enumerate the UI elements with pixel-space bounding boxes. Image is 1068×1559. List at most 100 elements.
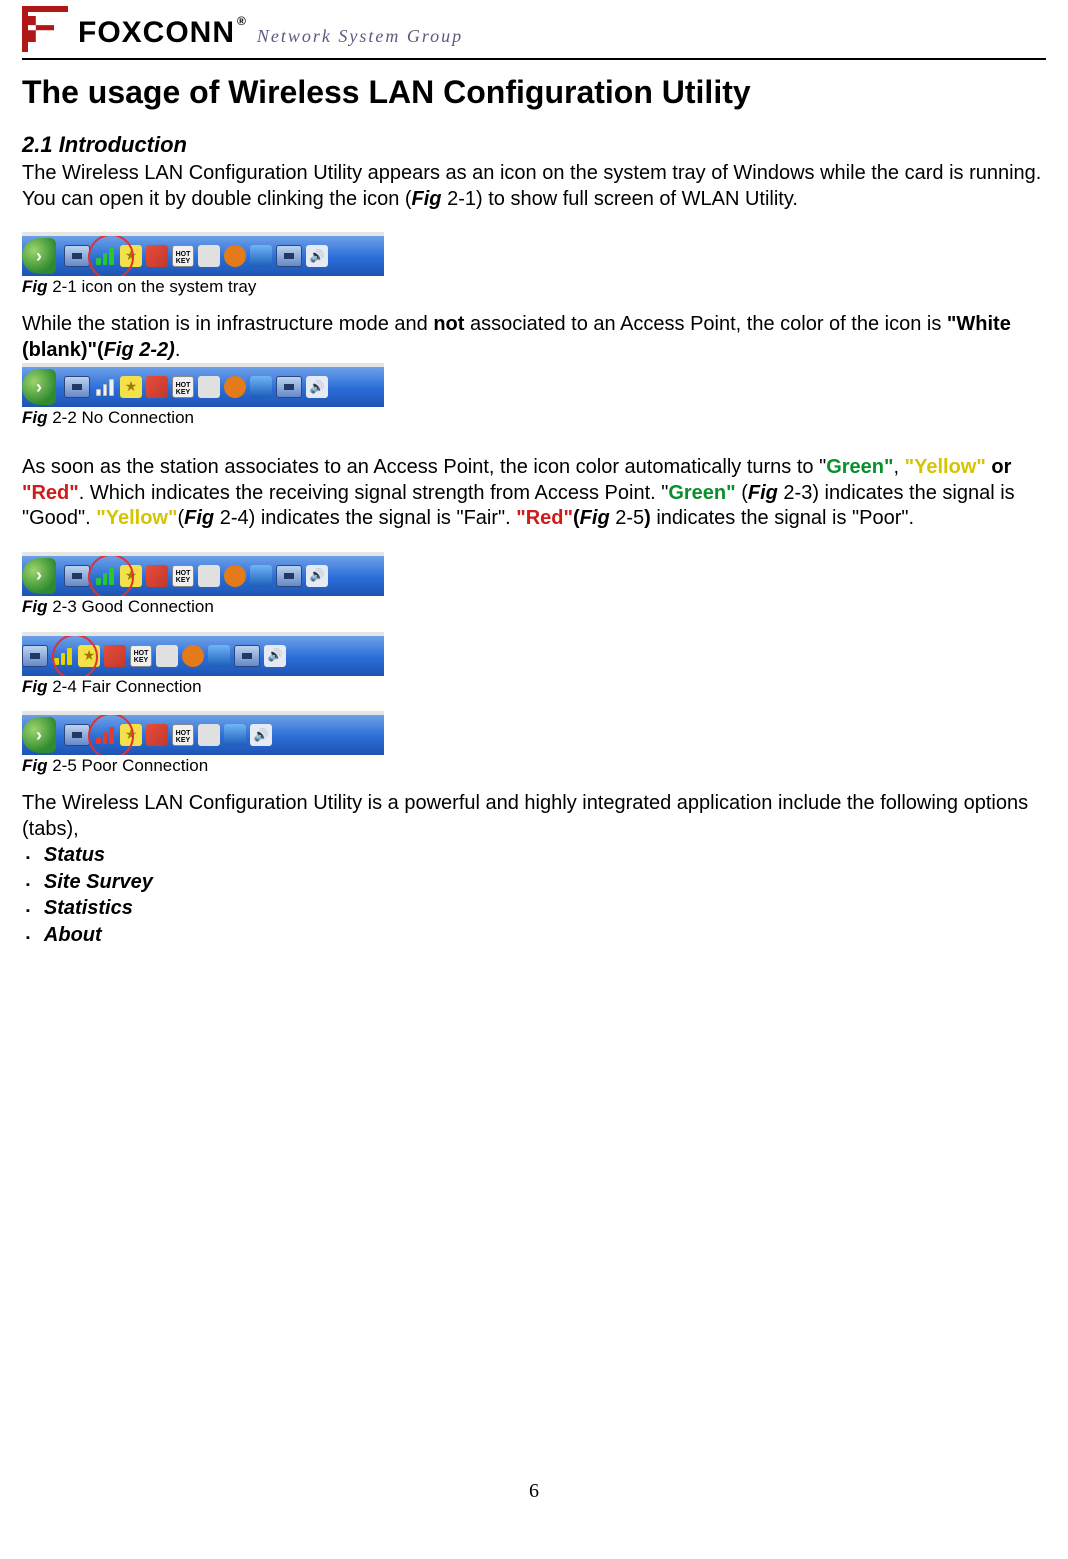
net-icon — [208, 645, 230, 667]
figure-2-2-caption: Fig 2-2 No Connection — [22, 407, 1046, 429]
brand-subtitle: Network System Group — [257, 25, 463, 52]
wlan-signal-icon — [94, 724, 116, 746]
figure-2-5: › ★ HOT KEY — [22, 711, 384, 755]
text: indicates the signal is "Poor". — [656, 507, 914, 529]
fig-ref: Fig — [412, 188, 442, 210]
fox-icon — [224, 245, 246, 267]
figure-2-1: › ★ HOT KEY — [22, 232, 384, 276]
net-icon — [250, 245, 272, 267]
hotkey-icon: HOT KEY — [172, 245, 194, 267]
fox-icon — [224, 376, 246, 398]
fig-label: Fig — [22, 408, 48, 427]
grid-icon — [198, 724, 220, 746]
text: 2-4) indicates the signal is "Fair". — [214, 507, 516, 529]
bold-text: ) — [644, 507, 656, 529]
text: 2-1) to show full screen of WLAN Utility… — [442, 188, 798, 210]
net-icon — [224, 724, 246, 746]
start-button-icon: › — [22, 238, 56, 274]
para-tabs-intro: The Wireless LAN Configuration Utility i… — [22, 791, 1046, 842]
figure-2-3-caption: Fig 2-3 Good Connection — [22, 596, 1046, 618]
list-item: About — [26, 923, 1046, 949]
fox-icon — [182, 645, 204, 667]
text: associated to an Access Point, the color… — [464, 313, 947, 335]
net-icon — [250, 376, 272, 398]
wlan-signal-icon — [94, 245, 116, 267]
tab-label: Statistics — [44, 896, 133, 922]
figure-2-5-caption: Fig 2-5 Poor Connection — [22, 755, 1046, 777]
diag-icon — [146, 376, 168, 398]
star-icon: ★ — [120, 376, 142, 398]
fig-label: Fig — [22, 277, 48, 296]
system-tray: ★ HOT KEY — [22, 632, 384, 676]
page-title: The usage of Wireless LAN Configuration … — [22, 72, 1046, 113]
fig-text: 2-2 No Connection — [48, 408, 194, 427]
fig-ref: Fig — [580, 507, 610, 529]
hotkey-icon: HOT KEY — [172, 376, 194, 398]
bold-text: ( — [573, 507, 580, 529]
net-icon — [250, 565, 272, 587]
page-number: 6 — [529, 1479, 539, 1505]
wlan-signal-icon — [52, 645, 74, 667]
diag-icon — [146, 724, 168, 746]
tab-label: About — [44, 923, 102, 949]
speaker-icon — [306, 565, 328, 587]
diag-icon — [146, 565, 168, 587]
text: , — [894, 456, 905, 478]
wlan-signal-icon — [94, 565, 116, 587]
green-text: Green" — [826, 456, 893, 478]
star-icon: ★ — [78, 645, 100, 667]
star-icon: ★ — [120, 245, 142, 267]
hotkey-icon: HOT KEY — [172, 724, 194, 746]
speaker-icon — [306, 376, 328, 398]
text: 2-5 — [610, 507, 644, 529]
grid-icon — [156, 645, 178, 667]
text: While the station is in infrastructure m… — [22, 313, 433, 335]
display-icon — [276, 565, 302, 587]
fig-label: Fig — [22, 597, 48, 616]
system-tray: › ★ HOT KEY — [22, 552, 384, 596]
fig-ref: Fig 2-2) — [104, 339, 175, 361]
figure-2-1-caption: Fig 2-1 icon on the system tray — [22, 276, 1046, 298]
yellow-text: "Yellow" — [905, 456, 986, 478]
foxconn-logo-icon — [22, 6, 68, 52]
hotkey-icon: HOT KEY — [130, 645, 152, 667]
fig-ref: Fig — [748, 482, 778, 504]
para-signal-colors: As soon as the station associates to an … — [22, 455, 1046, 532]
monitor-icon — [64, 724, 90, 746]
display-icon — [276, 376, 302, 398]
monitor-icon — [64, 565, 90, 587]
fig-text: 2-4 Fair Connection — [48, 677, 202, 696]
list-item: Site Survey — [26, 870, 1046, 896]
fig-text: 2-1 icon on the system tray — [48, 277, 257, 296]
figure-2-4: ★ HOT KEY — [22, 632, 384, 676]
speaker-icon — [250, 724, 272, 746]
star-icon: ★ — [120, 565, 142, 587]
fig-text: 2-5 Poor Connection — [48, 756, 209, 775]
green-text: Green" — [668, 482, 735, 504]
red-text: "Red" — [22, 482, 79, 504]
fig-ref: Fig — [184, 507, 214, 529]
tabs-list: Status Site Survey Statistics About — [22, 843, 1046, 948]
wlan-signal-icon — [94, 376, 116, 398]
tab-label: Site Survey — [44, 870, 153, 896]
brand-header: FOXCONN ® Network System Group — [22, 0, 1046, 54]
speaker-icon — [264, 645, 286, 667]
fig-text: 2-3 Good Connection — [48, 597, 214, 616]
grid-icon — [198, 245, 220, 267]
grid-icon — [198, 565, 220, 587]
start-button-icon: › — [22, 558, 56, 594]
diag-icon — [104, 645, 126, 667]
diag-icon — [146, 245, 168, 267]
text: ( — [736, 482, 748, 504]
list-item: Status — [26, 843, 1046, 869]
system-tray: › ★ HOT KEY — [22, 711, 384, 755]
tab-label: Status — [44, 843, 105, 869]
bold-text: or — [986, 456, 1012, 478]
header-rule — [22, 58, 1046, 60]
registered-icon: ® — [237, 14, 247, 29]
red-text: "Red" — [516, 507, 573, 529]
brand-name: FOXCONN ® — [78, 14, 247, 52]
fox-icon — [224, 565, 246, 587]
star-icon: ★ — [120, 724, 142, 746]
fig-label: Fig — [22, 756, 48, 775]
